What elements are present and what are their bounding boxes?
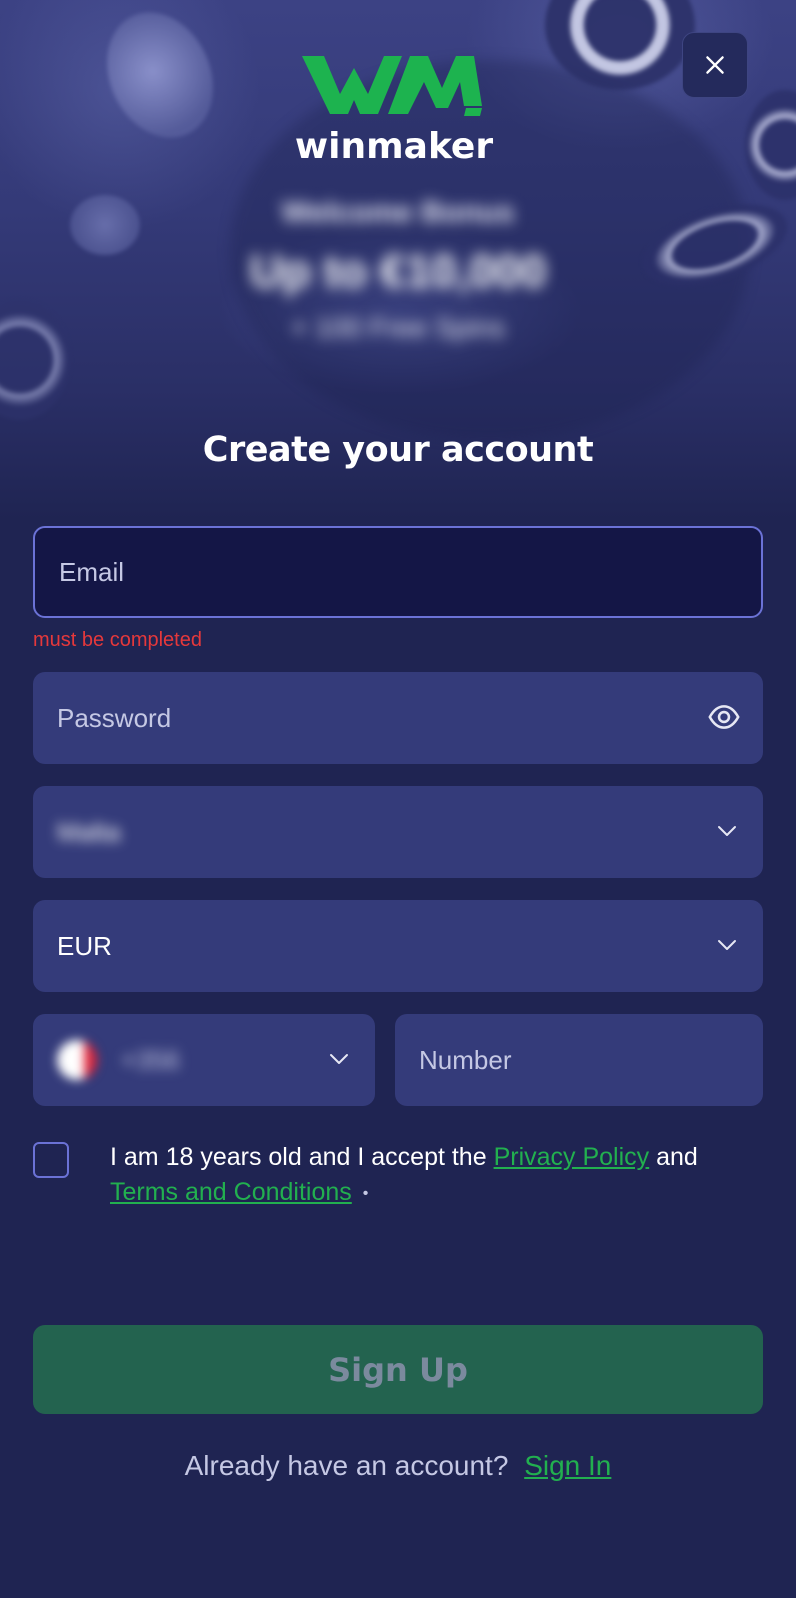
phone-code-select[interactable]: +356 (33, 1014, 375, 1106)
brand-wordmark: winmaker (294, 126, 494, 167)
signin-prompt-text: Already have an account? (184, 1450, 509, 1481)
phone-number-placeholder: Number (419, 1044, 512, 1075)
phone-code-value: +356 (121, 1044, 180, 1075)
close-icon (706, 56, 724, 74)
bonus-extra: + 100 Free Spins (290, 312, 506, 343)
consent-text-middle: and (656, 1143, 698, 1171)
password-field[interactable]: Password (33, 672, 763, 764)
email-placeholder: Email (59, 556, 125, 587)
chevron-down-icon (718, 940, 736, 950)
winmaker-logo-mark (302, 56, 482, 116)
signin-prompt-row: Already have an account? Sign In (0, 1450, 796, 1482)
brand-logo: winmaker (284, 48, 504, 167)
sign-up-button[interactable]: Sign Up (33, 1325, 763, 1414)
chevron-down-icon (330, 1054, 348, 1064)
privacy-policy-link[interactable]: Privacy Policy (494, 1143, 650, 1171)
currency-select[interactable]: EUR (33, 900, 763, 992)
welcome-bonus-banner: Welcome Bonus Up to €10,000 + 100 Free S… (0, 196, 796, 344)
region-select-value: Malta (57, 816, 121, 847)
age-consent-checkbox[interactable] (33, 1142, 69, 1178)
close-button[interactable] (682, 32, 748, 98)
email-field[interactable]: Email (33, 526, 763, 618)
page-title: Create your account (202, 430, 594, 470)
currency-select-value: EUR (57, 930, 112, 961)
flag-icon (57, 1040, 97, 1080)
chip-decoration (745, 90, 796, 200)
sign-in-link[interactable]: Sign In (524, 1450, 611, 1481)
password-placeholder: Password (57, 702, 172, 733)
terms-and-conditions-link[interactable]: Terms and Conditions (110, 1178, 352, 1206)
bonus-headline: Welcome Bonus (281, 196, 515, 229)
coin-decoration (87, 0, 233, 156)
eye-icon[interactable] (707, 700, 741, 734)
chevron-down-icon (718, 826, 736, 836)
region-select[interactable]: Malta (33, 786, 763, 878)
consent-text-before: I am 18 years old and I accept the (110, 1143, 487, 1171)
email-error-message: must be completed (33, 629, 202, 651)
required-mark: • (362, 1184, 369, 1202)
consent-text: I am 18 years old and I accept the Priva… (110, 1140, 760, 1211)
bonus-amount: Up to €10,000 (249, 245, 547, 297)
phone-number-field[interactable]: Number (395, 1014, 763, 1106)
